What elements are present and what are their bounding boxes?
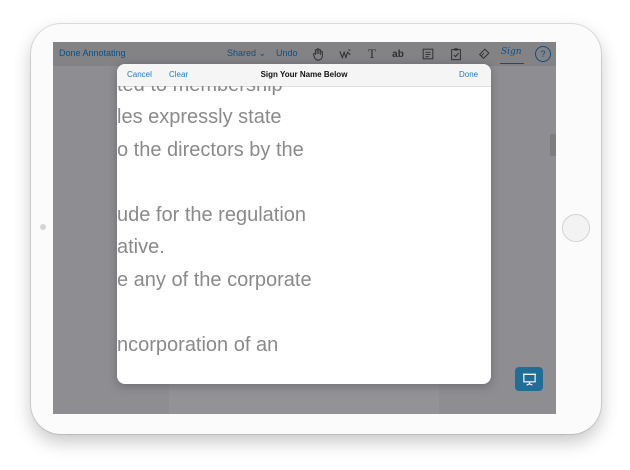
help-icon[interactable]: ?	[535, 46, 551, 62]
document-text-line: ncorporation of an	[117, 334, 279, 356]
clipboard-check-icon[interactable]	[448, 45, 464, 63]
hand-icon[interactable]	[309, 45, 327, 63]
ab-icon[interactable]: ab	[389, 45, 407, 63]
chevron-down-icon: ⌄	[258, 48, 267, 58]
undo-button[interactable]: Undo	[276, 48, 298, 58]
signature-tool-selected-indicator	[500, 63, 524, 64]
shared-label: Shared	[227, 48, 257, 58]
cancel-button[interactable]: Cancel	[127, 70, 152, 79]
done-annotating-button[interactable]: Done Annotating	[59, 48, 126, 58]
pen-icon[interactable]	[336, 45, 354, 63]
shared-dropdown[interactable]: Shared ⌄	[227, 48, 266, 59]
done-button[interactable]: Done	[459, 70, 478, 79]
eraser-icon[interactable]	[476, 45, 492, 63]
signature-icon[interactable]: Sign	[501, 47, 522, 57]
document-text-line: ative.	[117, 236, 165, 258]
side-panel-handle[interactable]	[550, 134, 556, 156]
front-camera	[40, 224, 46, 230]
signature-dialog: Sign Your Name Below Cancel Clear Done t…	[117, 64, 491, 384]
annotation-toolbar: Done Annotating Shared ⌄ Undo T ab Sign …	[53, 42, 556, 66]
presentation-icon	[522, 373, 536, 386]
document-text-line: ude for the regulation	[117, 204, 307, 226]
screen: Done Annotating Shared ⌄ Undo T ab Sign …	[53, 42, 556, 414]
note-icon[interactable]	[420, 45, 436, 63]
clear-button[interactable]: Clear	[169, 70, 188, 79]
document-text-line: les expressly state	[117, 106, 282, 128]
document-text-line: ted to membership	[117, 86, 283, 97]
signature-dialog-header: Sign Your Name Below Cancel Clear Done	[117, 64, 491, 87]
document-text-line: e any of the corporate	[117, 269, 312, 291]
signature-canvas[interactable]: ted to membership les expressly state o …	[117, 86, 491, 384]
present-button[interactable]	[515, 367, 543, 391]
text-icon[interactable]: T	[364, 45, 380, 63]
home-button[interactable]	[562, 214, 590, 242]
document-text-line: o the directors by the	[117, 139, 304, 161]
